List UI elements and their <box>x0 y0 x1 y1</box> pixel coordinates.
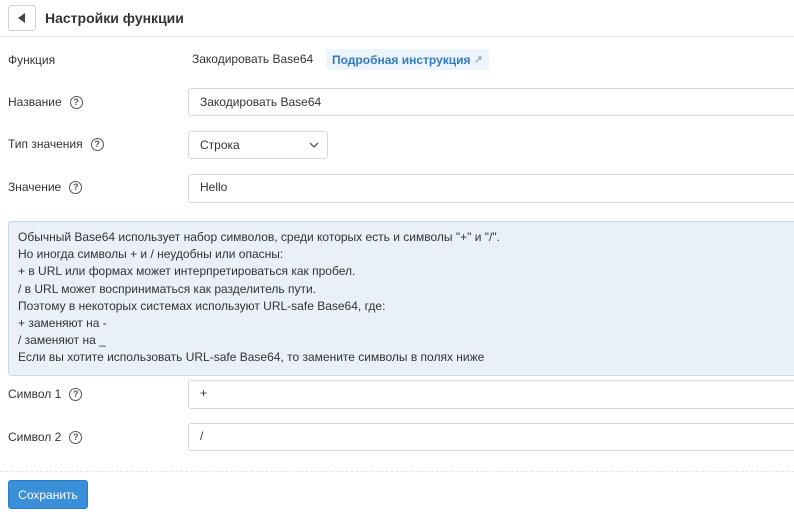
info-line: + в URL или формах может интерпретироват… <box>18 264 356 279</box>
name-input[interactable]: Закодировать Base64 <box>188 88 794 116</box>
symbol2-input-value: / <box>200 429 204 443</box>
info-line: / в URL может восприниматься как раздели… <box>18 281 317 296</box>
page-title: Настройки функции <box>45 10 184 26</box>
instruction-link[interactable]: Подробная инструкция ↗ <box>326 49 489 70</box>
help-icon[interactable]: ? <box>69 95 83 109</box>
value-label: Значение ? <box>8 179 83 195</box>
info-note: Обычный Base64 использует набор символов… <box>8 221 794 376</box>
footer-divider <box>0 471 794 472</box>
symbol1-input-value: + <box>200 386 208 400</box>
help-icon[interactable]: ? <box>69 387 83 401</box>
help-icon[interactable]: ? <box>69 180 83 194</box>
symbol2-label-text: Символ 2 <box>8 430 62 444</box>
back-arrow-icon <box>18 13 25 23</box>
name-label-text: Название <box>8 95 62 109</box>
value-input[interactable]: Hello <box>188 174 794 203</box>
function-value: Закодировать Base64 <box>192 52 314 66</box>
value-type-select[interactable]: Строка <box>188 131 328 159</box>
name-label: Название ? <box>8 94 83 110</box>
symbol1-label-text: Символ 1 <box>8 387 62 401</box>
symbol1-input[interactable]: + <box>188 380 794 409</box>
info-line: Обычный Base64 использует набор символов… <box>18 230 500 244</box>
info-line: Но иногда символы + и / неудобны или опа… <box>18 247 284 262</box>
info-line: Если вы хотите использовать URL-safe Bas… <box>18 350 485 365</box>
symbol2-input[interactable]: / <box>188 423 794 451</box>
header-bar: Настройки функции <box>0 0 794 37</box>
value-label-text: Значение <box>8 180 62 194</box>
symbol2-label: Символ 2 ? <box>8 429 83 445</box>
external-link-icon: ↗ <box>473 54 483 66</box>
type-label: Тип значения ? <box>8 136 104 152</box>
chevron-down-icon <box>309 142 319 148</box>
symbol1-label: Символ 1 ? <box>8 386 83 402</box>
help-icon[interactable]: ? <box>90 137 104 151</box>
info-line: + заменяют на - <box>18 316 107 331</box>
save-button[interactable]: Сохранить <box>8 480 88 509</box>
help-icon[interactable]: ? <box>69 430 83 444</box>
function-label: Функция <box>8 52 55 68</box>
back-button[interactable] <box>8 5 36 31</box>
instruction-link-text: Подробная инструкция <box>332 52 471 67</box>
info-line: Поэтому в некоторых системах используют … <box>18 298 386 313</box>
value-input-text: Hello <box>200 180 228 194</box>
info-line: / заменяют на _ <box>18 333 106 348</box>
value-type-selected: Строка <box>200 138 240 152</box>
name-input-value: Закодировать Base64 <box>200 95 322 109</box>
function-label-text: Функция <box>8 53 56 67</box>
type-label-text: Тип значения <box>8 137 83 151</box>
